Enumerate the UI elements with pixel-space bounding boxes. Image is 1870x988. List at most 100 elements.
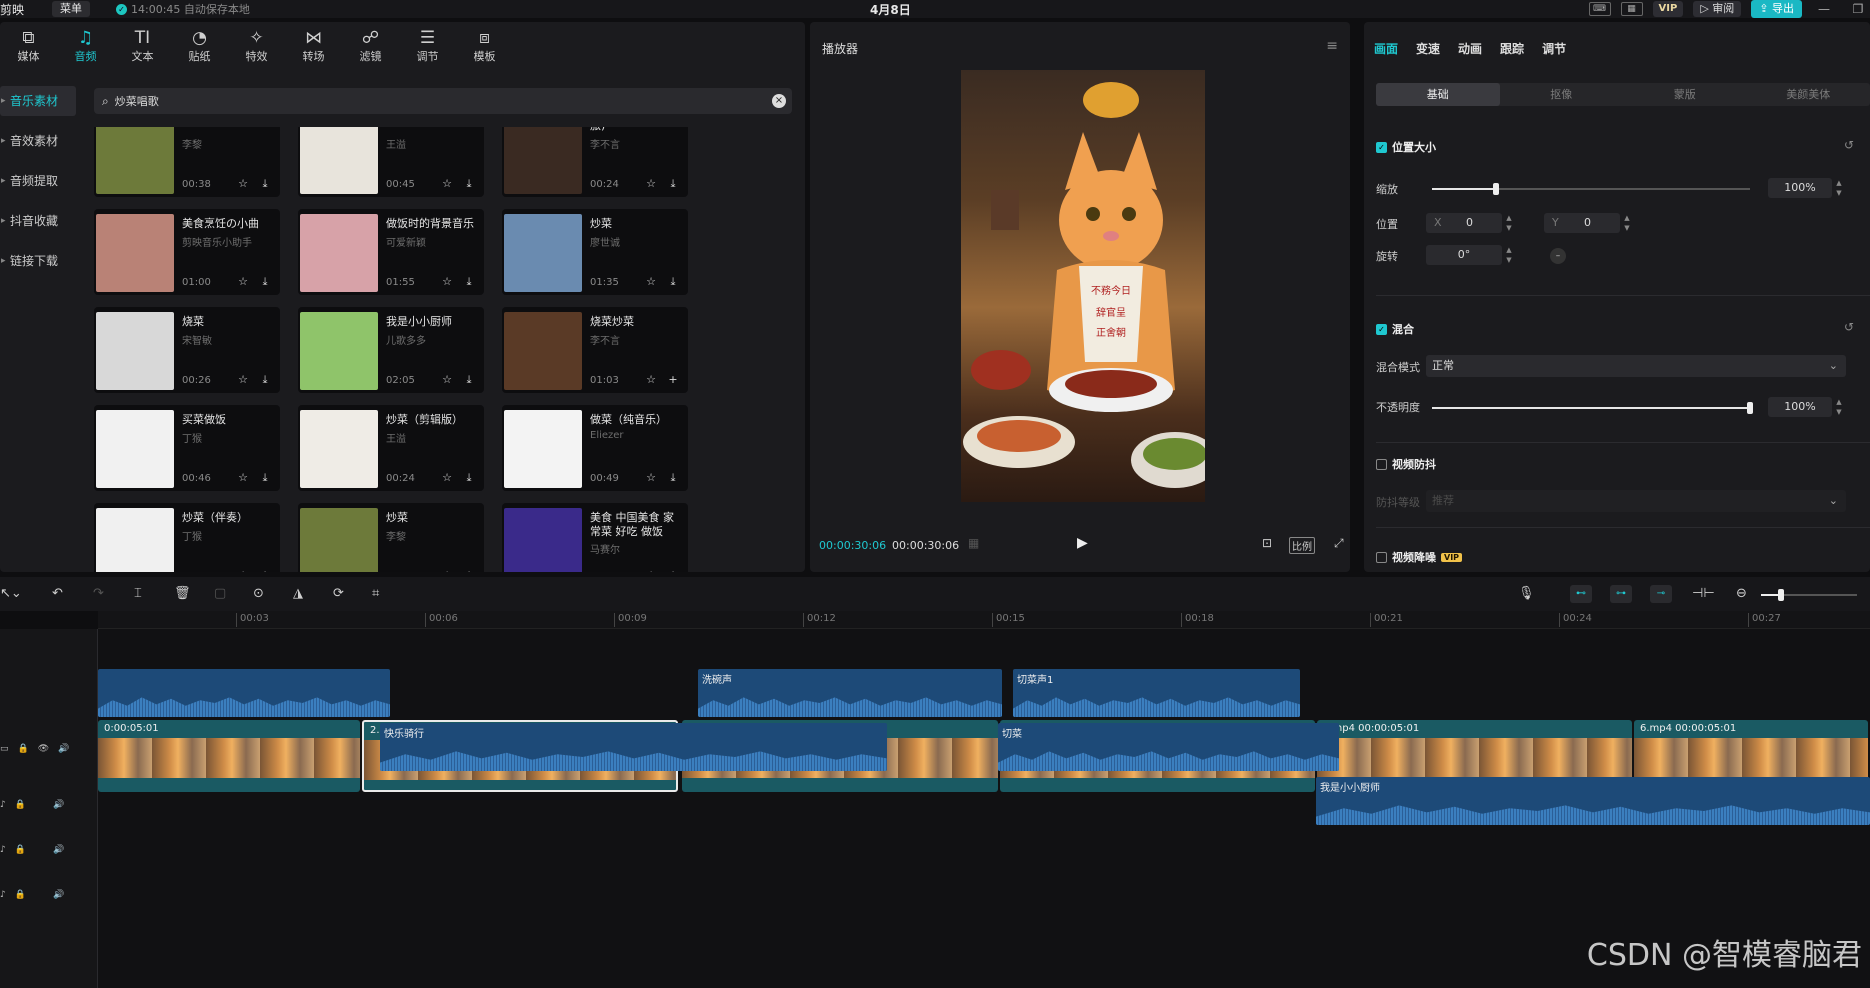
star-icon[interactable]: ☆ bbox=[644, 373, 658, 387]
audio-card[interactable]: 炒菜（剪辑版） 王溢 00:24 ☆ ⤓ bbox=[298, 405, 484, 491]
scale-slider[interactable] bbox=[1432, 183, 1750, 195]
tab-effects[interactable]: ✧ 特效 bbox=[228, 22, 285, 70]
download-icon[interactable]: ⤓ bbox=[258, 275, 272, 289]
download-icon[interactable]: ⤓ bbox=[462, 373, 476, 387]
layout-icon[interactable]: ▦ bbox=[1620, 2, 1643, 16]
speaker-icon[interactable]: 🔊 bbox=[58, 744, 69, 760]
split-icon[interactable]: ⌶ bbox=[134, 586, 142, 601]
blend-section[interactable]: ✓ 混合 bbox=[1376, 321, 1414, 337]
blend-reset-icon[interactable]: ↺ bbox=[1844, 320, 1854, 334]
tab-prop[interactable]: 动画 bbox=[1458, 40, 1482, 57]
menu-icon[interactable]: ≡ bbox=[1326, 38, 1338, 54]
add-icon[interactable]: + bbox=[666, 373, 680, 387]
stabilize-checkbox[interactable] bbox=[1376, 458, 1387, 470]
star-icon[interactable]: ☆ bbox=[644, 471, 658, 485]
lock-icon[interactable]: 🔒 bbox=[15, 890, 26, 906]
download-icon[interactable]: ⤓ bbox=[462, 177, 476, 191]
denoise-section[interactable]: 视频降噪 VIP bbox=[1376, 549, 1463, 565]
mirror-icon[interactable]: ◮ bbox=[293, 586, 303, 601]
subtab[interactable]: 蒙版 bbox=[1623, 83, 1747, 106]
lock-icon[interactable]: 🔒 bbox=[15, 800, 26, 816]
star-icon[interactable]: ☆ bbox=[236, 373, 250, 387]
download-icon[interactable]: ⤓ bbox=[666, 471, 680, 485]
position-size-section[interactable]: ✓ 位置大小 bbox=[1376, 139, 1436, 155]
download-icon[interactable]: ⤓ bbox=[666, 569, 680, 572]
microphone-icon[interactable]: 🎙 bbox=[1518, 586, 1535, 601]
video-preview[interactable]: 不務今日 辞官呈 正舍朝 bbox=[961, 70, 1205, 502]
lock-icon[interactable]: 🔒 bbox=[18, 744, 29, 760]
audio-card[interactable]: 烧菜 宋智敏 00:26 ☆ ⤓ bbox=[94, 307, 280, 393]
star-icon[interactable]: ☆ bbox=[440, 569, 454, 572]
subtab[interactable]: 抠像 bbox=[1500, 83, 1624, 106]
position-x-field[interactable]: X 0 bbox=[1426, 213, 1502, 233]
undo-icon[interactable]: ↶ bbox=[52, 586, 63, 601]
link-icon[interactable]: ⊶ bbox=[1610, 585, 1632, 603]
category-item[interactable]: 链接下载 bbox=[0, 246, 76, 276]
minimize-icon[interactable]: — bbox=[1812, 2, 1836, 16]
tab-text[interactable]: TI 文本 bbox=[114, 22, 171, 70]
scale-slider-knob[interactable] bbox=[1492, 183, 1499, 195]
tab-prop[interactable]: 调节 bbox=[1542, 40, 1566, 57]
review-button[interactable]: ▷ 审阅 bbox=[1693, 1, 1742, 17]
zoom-knob[interactable] bbox=[1778, 589, 1784, 601]
audio-card[interactable]: 美食烹饪の小曲 剪映音乐小助手 01:00 ☆ ⤓ bbox=[94, 209, 280, 295]
export-button[interactable]: ⇪ 导出 bbox=[1751, 0, 1802, 18]
select-tool-icon[interactable]: ↖⌄ bbox=[0, 586, 22, 601]
zoom-out-icon[interactable]: ⊖ bbox=[1736, 586, 1747, 601]
shortcut-icon[interactable]: ⌨ bbox=[1588, 2, 1611, 16]
tab-prop[interactable]: 变速 bbox=[1416, 40, 1440, 57]
video-clip[interactable]: 0:00:05:01 bbox=[98, 720, 360, 792]
rotate-dial-icon[interactable]: – bbox=[1550, 248, 1566, 264]
audio-clip[interactable]: 切菜声1 bbox=[1013, 669, 1300, 717]
freeze-icon[interactable]: ▢ bbox=[214, 586, 226, 601]
audio-card[interactable]: 旅) 李不言 00:24 ☆ ⤓ bbox=[502, 127, 688, 197]
tab-media[interactable]: ⧉ 媒体 bbox=[0, 22, 57, 70]
position-size-checkbox[interactable]: ✓ bbox=[1376, 141, 1387, 153]
split-screen-icon[interactable]: ⊣⊢ bbox=[1692, 586, 1715, 601]
tab-audio[interactable]: ♫ 音频 bbox=[57, 22, 114, 70]
download-icon[interactable]: ⤓ bbox=[666, 275, 680, 289]
tab-template[interactable]: ⧈ 模板 bbox=[456, 22, 513, 70]
star-icon[interactable]: ☆ bbox=[236, 177, 250, 191]
tab-transition[interactable]: ⋈ 转场 bbox=[285, 22, 342, 70]
opacity-value[interactable]: 100% bbox=[1768, 397, 1832, 417]
star-icon[interactable]: ☆ bbox=[440, 373, 454, 387]
audio-card[interactable]: 炒菜 廖世诚 01:35 ☆ ⤓ bbox=[502, 209, 688, 295]
star-icon[interactable]: ☆ bbox=[236, 569, 250, 572]
star-icon[interactable]: ☆ bbox=[236, 275, 250, 289]
y-stepper[interactable]: ▲ ▼ bbox=[1622, 213, 1632, 233]
vip-badge[interactable]: VIP bbox=[1652, 1, 1684, 17]
audio-clip[interactable]: 快乐骑行 bbox=[380, 723, 887, 771]
opacity-slider-knob[interactable] bbox=[1747, 402, 1753, 414]
timeline-grid-icon[interactable]: ▦ bbox=[968, 536, 979, 550]
redo-icon[interactable]: ↷ bbox=[93, 586, 104, 601]
ratio-button[interactable]: 比例 bbox=[1289, 537, 1315, 554]
audio-card[interactable]: 我是小小厨师 儿歌多多 02:05 ☆ ⤓ bbox=[298, 307, 484, 393]
scale-stepper[interactable]: ▲ ▼ bbox=[1834, 178, 1844, 198]
reset-icon[interactable]: ↺ bbox=[1844, 138, 1854, 152]
time-ruler[interactable]: 00:03 00:06 00:09 00:12 00:15 00:18 00:21 00:24… bbox=[98, 611, 1870, 629]
preview-axis-icon[interactable]: ⊸ bbox=[1650, 585, 1672, 603]
star-icon[interactable]: ☆ bbox=[440, 275, 454, 289]
audio-card[interactable]: 做菜（纯音乐） Eliezer 00:49 ☆ ⤓ bbox=[502, 405, 688, 491]
blend-mode-select[interactable]: 正常 ⌄ bbox=[1426, 355, 1846, 377]
download-icon[interactable]: ⤓ bbox=[462, 569, 476, 572]
screenshot-icon[interactable]: ⊡ bbox=[1262, 536, 1272, 550]
download-icon[interactable]: ⤓ bbox=[258, 471, 272, 485]
blend-checkbox[interactable]: ✓ bbox=[1376, 323, 1387, 335]
tab-prop[interactable]: 画面 bbox=[1374, 40, 1398, 57]
speaker-icon[interactable]: 🔊 bbox=[53, 800, 64, 816]
crop-icon[interactable]: ⌗ bbox=[372, 586, 379, 601]
speaker-icon[interactable]: 🔊 bbox=[53, 845, 64, 861]
tab-adjust[interactable]: ☰ 调节 bbox=[399, 22, 456, 70]
opacity-slider[interactable] bbox=[1432, 402, 1753, 414]
download-icon[interactable]: ⤓ bbox=[462, 471, 476, 485]
category-item[interactable]: 音频提取 bbox=[0, 166, 76, 196]
zoom-slider[interactable] bbox=[1761, 589, 1857, 601]
audio-clip[interactable]: 切菜 bbox=[998, 723, 1339, 771]
speaker-icon[interactable]: 🔊 bbox=[53, 890, 64, 906]
clear-search-icon[interactable]: × bbox=[772, 94, 786, 108]
search-input[interactable]: ⌕ 炒菜唱歌 × bbox=[94, 88, 792, 114]
audio-clip[interactable]: 洗碗声 bbox=[698, 669, 1002, 717]
rotate-value[interactable]: 0° bbox=[1426, 245, 1502, 265]
